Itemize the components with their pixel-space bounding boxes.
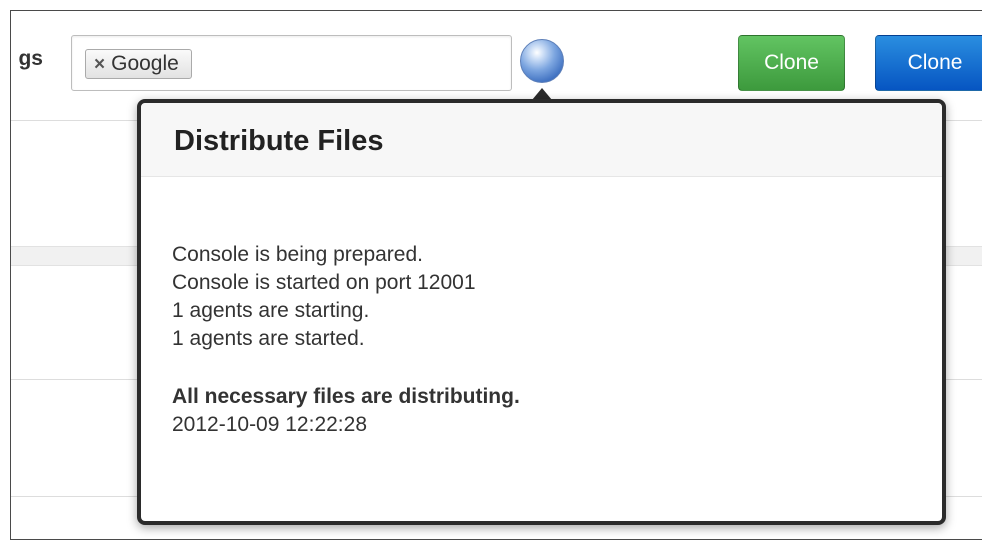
- close-icon[interactable]: ×: [94, 54, 105, 75]
- popover-title: Distribute Files: [174, 125, 384, 157]
- popover-body: Console is being prepared. Console is st…: [141, 177, 942, 439]
- log-line: Console is started on port 12001: [172, 271, 476, 294]
- log-line: 1 agents are started.: [172, 327, 365, 350]
- globe-icon[interactable]: [520, 39, 564, 83]
- log-line: Console is being prepared.: [172, 243, 423, 266]
- popover-header: Distribute Files: [141, 103, 942, 177]
- clone-button-green[interactable]: Clone: [738, 35, 845, 91]
- timestamp: 2012-10-09 12:22:28: [172, 413, 367, 436]
- tag-chip-google: × Google: [85, 49, 192, 79]
- distribute-files-popover: Distribute Files Console is being prepar…: [137, 99, 946, 525]
- clone-button-blue[interactable]: Clone: [875, 35, 982, 91]
- toolbar-label: gs: [18, 47, 43, 70]
- status-message: All necessary files are distributing.: [172, 385, 520, 408]
- tag-chip-label: Google: [111, 52, 179, 75]
- tag-input[interactable]: × Google: [71, 35, 512, 91]
- log-line: 1 agents are starting.: [172, 299, 370, 322]
